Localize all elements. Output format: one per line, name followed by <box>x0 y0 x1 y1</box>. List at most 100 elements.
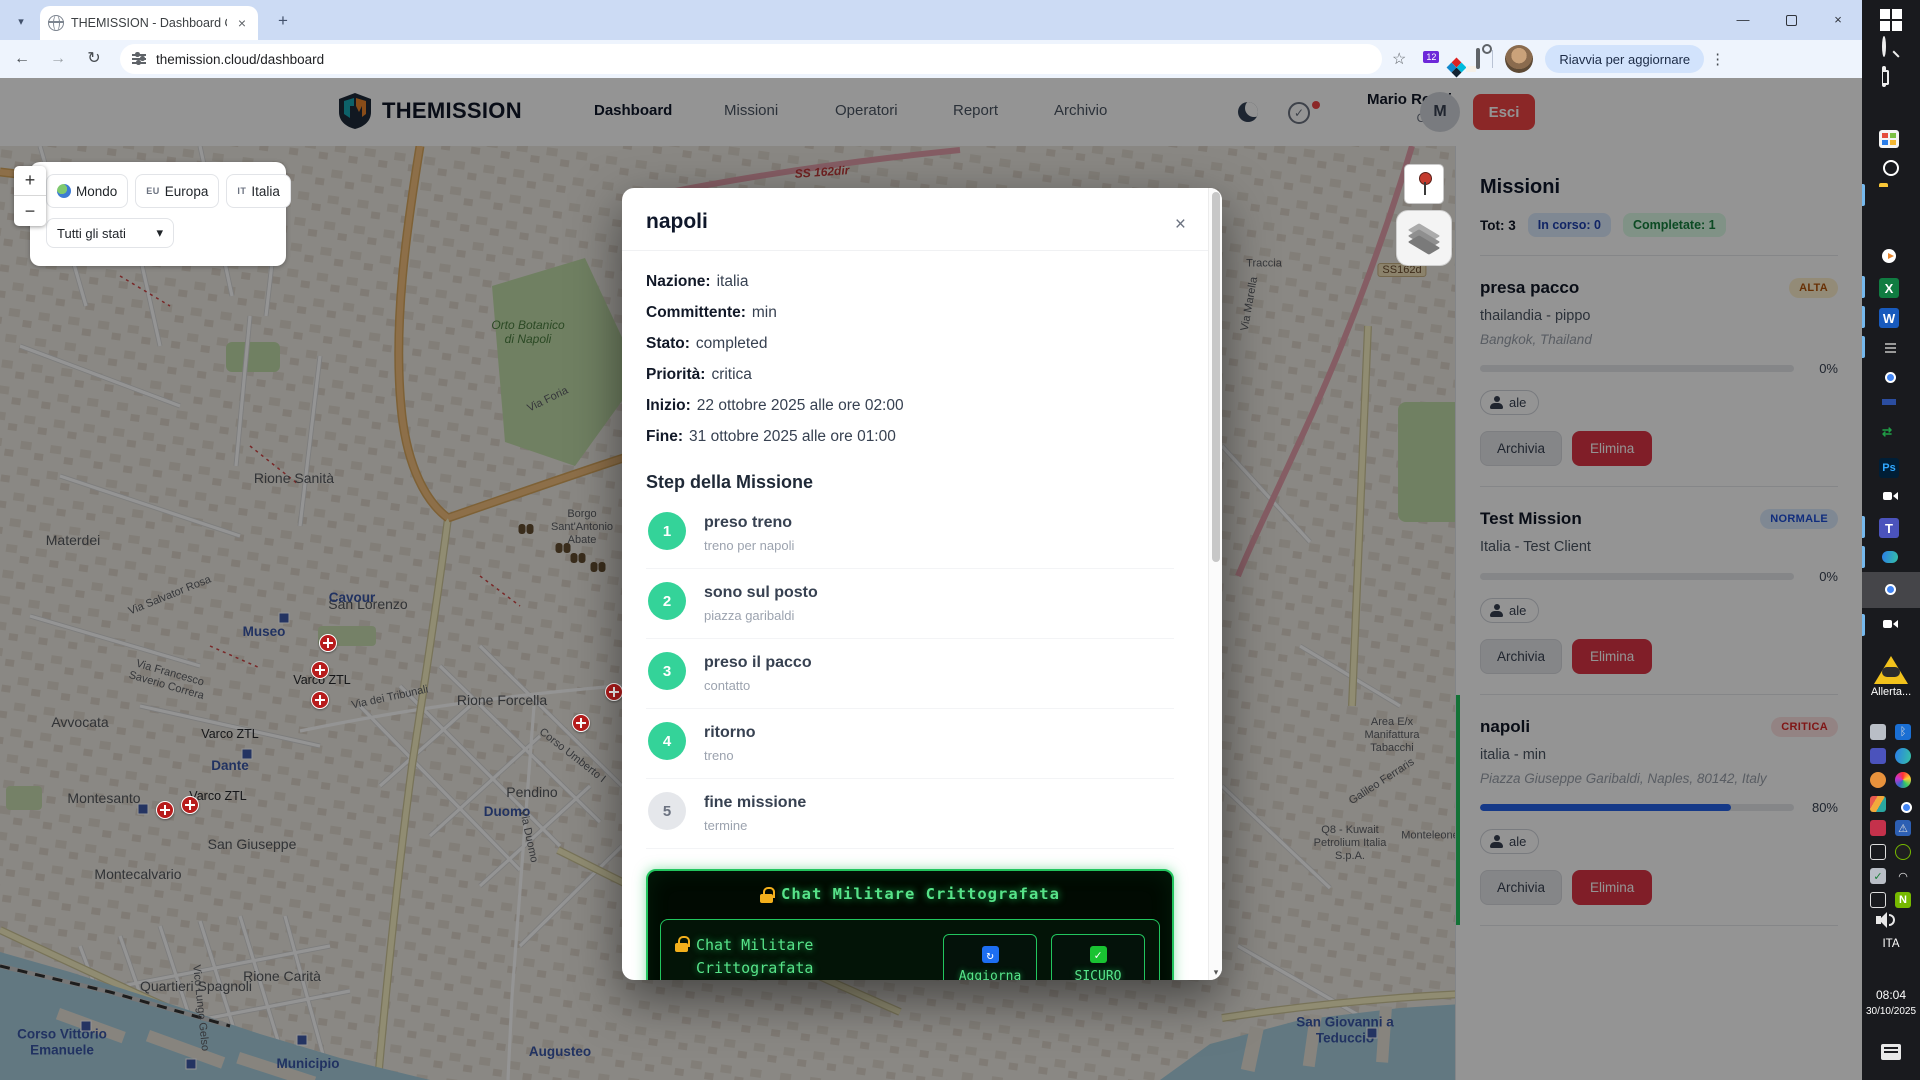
globe-favicon <box>48 15 64 31</box>
stream-app-icon[interactable] <box>1879 396 1903 420</box>
screen: Rione SanitàMaterdeiAvvocataMontesantoSa… <box>0 0 1920 1080</box>
field-priorita: Priorità:critica <box>646 366 1174 384</box>
tab-title: THEMISSION - Dashboard Ope <box>71 16 227 30</box>
running-indicator <box>1862 336 1865 358</box>
tray-color-wheel-icon[interactable] <box>1895 772 1911 788</box>
globe-icon <box>57 184 71 198</box>
tray-bluetooth-icon[interactable]: ᛒ <box>1895 724 1911 740</box>
forward-button[interactable]: → <box>44 45 72 73</box>
tray-satellite-icon[interactable]: ◠ <box>1895 868 1911 884</box>
tray-printer-ok-icon[interactable]: ✓ <box>1870 868 1886 884</box>
mission-step-3: 3 preso il pacco contatto <box>646 639 1174 709</box>
steps-heading: Step della Missione <box>646 472 1174 493</box>
running-indicator <box>1862 546 1865 568</box>
refresh-icon: ↻ <box>982 946 999 963</box>
new-tab-button[interactable]: + <box>272 10 294 32</box>
chat-refresh-button[interactable]: ↻ Aggiorna <box>943 934 1037 980</box>
tray-shield-warning-icon[interactable]: ⚠ <box>1895 820 1911 836</box>
region-button-italia[interactable]: ITItalia <box>226 174 291 208</box>
region-button-europa[interactable]: EUEuropa <box>135 174 219 208</box>
window-maximize-button[interactable] <box>1786 15 1797 26</box>
step-number: 3 <box>648 652 686 690</box>
tray-nvidia-icon[interactable]: N <box>1895 892 1911 908</box>
scrollbar-down-arrow[interactable]: ▾ <box>1209 967 1222 978</box>
bookmark-star-icon[interactable]: ☆ <box>1392 49 1406 69</box>
tray-usb-icon[interactable] <box>1870 844 1886 860</box>
modal-close-icon[interactable]: × <box>1175 214 1186 236</box>
state-filter-select[interactable]: Tutti gli stati ▾ <box>46 218 174 248</box>
photoshop-icon[interactable]: Ps <box>1879 456 1903 480</box>
map-zoom-control: + − <box>14 166 46 226</box>
tray-camera-icon[interactable] <box>1870 820 1886 836</box>
recorder-icon[interactable] <box>1879 614 1903 638</box>
clock-date[interactable]: 30/10/2025 <box>1862 1006 1920 1017</box>
modal-scrollbar[interactable]: ▾ <box>1208 188 1222 980</box>
layers-icon <box>1409 225 1439 251</box>
reload-button[interactable]: ↻ <box>80 45 108 73</box>
tray-teams-warning-icon[interactable] <box>1870 748 1886 764</box>
map-pin-button[interactable] <box>1404 164 1444 204</box>
tab-close-icon[interactable]: × <box>234 15 250 31</box>
tray-bars-icon[interactable] <box>1870 796 1886 812</box>
chrome-active-icon[interactable] <box>1879 578 1903 602</box>
file-explorer-icon[interactable] <box>1879 186 1903 210</box>
tray-network-icon[interactable] <box>1870 892 1886 908</box>
running-indicator <box>1862 306 1865 328</box>
zoom-out-button[interactable]: − <box>14 196 46 226</box>
field-committente: Committente:min <box>646 304 1174 322</box>
tray-chrome-icon[interactable] <box>1895 796 1911 812</box>
task-view-icon[interactable] <box>1879 68 1903 92</box>
chrome-icon[interactable] <box>1879 366 1903 390</box>
notepad-icon[interactable] <box>1879 336 1903 360</box>
tray-nvidia-eye-icon[interactable] <box>1895 844 1911 860</box>
search-icon[interactable] <box>1879 38 1903 62</box>
zoom-in-button[interactable]: + <box>14 166 46 196</box>
step-number: 1 <box>648 512 686 550</box>
camera-app-icon[interactable] <box>1879 486 1903 510</box>
start-button[interactable] <box>1879 8 1903 32</box>
volume-icon[interactable] <box>1876 912 1896 928</box>
firefox-icon[interactable] <box>1879 216 1903 240</box>
scrollbar-thumb[interactable] <box>1212 192 1220 562</box>
window-minimize-button[interactable]: — <box>1735 12 1751 28</box>
field-inizio: Inizio:22 ottobre 2025 alle ore 02:00 <box>646 397 1174 415</box>
site-info-icon[interactable] <box>132 52 146 66</box>
browser-update-button[interactable]: Riavvia per aggiornare <box>1545 45 1704 73</box>
edge-icon[interactable] <box>1879 96 1903 120</box>
running-indicator <box>1862 614 1865 636</box>
clock-time[interactable]: 08:04 <box>1862 988 1920 1002</box>
map-layers-button[interactable] <box>1396 210 1452 266</box>
word-icon[interactable]: W <box>1879 306 1903 330</box>
mission-step-1: 1 preso treno treno per napoli <box>646 499 1174 569</box>
browser-menu-icon[interactable]: ⋮ <box>1710 50 1724 68</box>
webex-icon[interactable] <box>1879 546 1903 570</box>
browser-tabstrip: ▾ THEMISSION - Dashboard Ope × + — × <box>0 0 1862 40</box>
teams-icon[interactable]: T <box>1879 516 1903 540</box>
browser-profile-av atar[interactable] <box>1505 45 1533 73</box>
media-player-icon[interactable] <box>1879 246 1903 270</box>
secure-check-icon: ✓ <box>1090 946 1107 963</box>
extension-badge-count: 12 <box>1422 50 1440 64</box>
address-bar[interactable]: themission.cloud/dashboard <box>120 44 1382 74</box>
extensions-puzzle-icon[interactable] <box>1476 50 1480 68</box>
tray-webex-icon[interactable] <box>1895 748 1911 764</box>
chevron-down-icon: ▾ <box>156 225 163 241</box>
chat-secure-button[interactable]: ✓ SICURO <box>1051 934 1145 980</box>
tab-search-button[interactable]: ▾ <box>8 8 34 34</box>
browser-toolbar: ← → ↻ themission.cloud/dashboard ☆ 12 Ri… <box>0 40 1862 78</box>
action-center-icon[interactable] <box>1881 1044 1901 1060</box>
window-close-button[interactable]: × <box>1830 12 1846 28</box>
alert-warning-icon[interactable] <box>1874 656 1908 684</box>
mission-detail-modal: napoli × Nazione:italia Committente:min … <box>622 188 1222 980</box>
browser-tab[interactable]: THEMISSION - Dashboard Ope × <box>40 6 258 40</box>
region-button-mondo[interactable]: Mondo <box>46 174 128 208</box>
excel-icon[interactable]: X <box>1879 276 1903 300</box>
outlook-icon[interactable] <box>1879 156 1903 180</box>
store-icon[interactable] <box>1879 126 1903 150</box>
toolbar-separator <box>1492 50 1493 68</box>
back-button[interactable]: ← <box>8 45 36 73</box>
remote-desktop-icon[interactable] <box>1879 426 1903 450</box>
tray-printer-error-icon[interactable] <box>1870 724 1886 740</box>
keyboard-language[interactable]: ITA <box>1862 938 1920 950</box>
tray-peel-icon[interactable] <box>1870 772 1886 788</box>
